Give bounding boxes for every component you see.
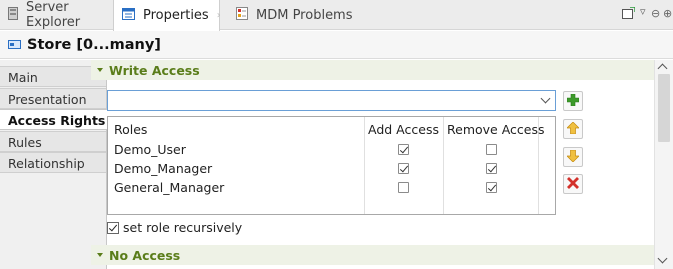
add-access-checkbox[interactable] [398,144,409,155]
nav-item-relationship[interactable]: Relationship [0,152,106,173]
page-title: Store [0...many] [27,36,161,53]
vertical-scrollbar[interactable] [654,60,673,269]
role-combo[interactable] [107,90,556,111]
tab-label: Properties [143,8,209,23]
checkbox-label: set role recursively [123,220,243,235]
arrow-up-icon [566,121,580,137]
section-title: No Access [109,247,181,263]
column-header-add-access[interactable]: Add Access [368,122,439,137]
tab-label: Server Explorer [26,0,81,30]
new-view-icon[interactable] [622,6,636,22]
chevron-down-icon[interactable] [540,93,551,104]
scroll-thumb[interactable] [658,74,670,142]
scroll-down-icon[interactable] [657,253,668,264]
section-title: Write Access [109,62,200,78]
arrow-down-icon [566,149,580,165]
property-tabs: Main Presentation Access Rights Rules Re… [0,60,108,269]
nav-item-rules[interactable]: Rules [0,131,106,152]
nav-item-presentation[interactable]: Presentation [0,88,106,109]
remove-access-checkbox[interactable] [486,182,497,193]
tab-server-explorer[interactable]: Server Explorer [0,0,122,30]
add-role-button[interactable] [563,91,583,111]
move-down-button[interactable] [563,147,583,167]
problems-icon [236,6,248,24]
write-access-header[interactable]: Write Access [97,60,200,80]
tab-properties[interactable]: Properties › [113,0,221,31]
minimize-icon[interactable]: ⊖ [651,7,660,20]
nav-item-access-rights[interactable]: Access Rights [0,109,108,130]
plus-icon [566,93,580,109]
column-header-roles[interactable]: Roles [114,122,147,137]
tab-mdm-problems[interactable]: MDM Problems [228,0,358,30]
remove-access-checkbox[interactable] [486,163,497,174]
roles-table: Roles Add Access Remove Access Demo_User… [107,116,556,215]
column-divider [364,117,365,214]
move-up-button[interactable] [563,119,583,139]
role-name[interactable]: Demo_User [114,142,186,157]
chevron-down-icon [97,68,103,72]
checkbox-box[interactable] [107,221,119,234]
chevron-down-icon [97,253,103,257]
delete-icon [567,176,579,192]
element-icon [8,40,21,49]
add-access-checkbox[interactable] [398,163,409,174]
column-header-remove-access[interactable]: Remove Access [447,122,545,137]
set-role-recursively-checkbox[interactable]: set role recursively [107,220,242,235]
tab-label: MDM Problems [256,7,353,23]
maximize-icon[interactable]: ⊕ [663,7,672,20]
close-icon[interactable]: › [217,10,221,21]
remove-access-checkbox[interactable] [486,144,497,155]
role-name[interactable]: General_Manager [114,180,224,195]
panel-title-bar: Store [0...many] [0,31,673,59]
view-tab-bar: Server Explorer Properties › MDM Problem… [0,0,673,31]
server-icon [8,6,18,24]
scroll-up-icon[interactable] [657,63,668,74]
add-access-checkbox[interactable] [398,182,409,193]
no-access-header[interactable]: No Access [97,245,180,265]
view-menu-icon[interactable]: ▿ [640,5,646,18]
properties-icon [122,7,135,24]
delete-role-button[interactable] [563,174,583,194]
column-divider [443,117,444,214]
role-name[interactable]: Demo_Manager [114,161,212,176]
